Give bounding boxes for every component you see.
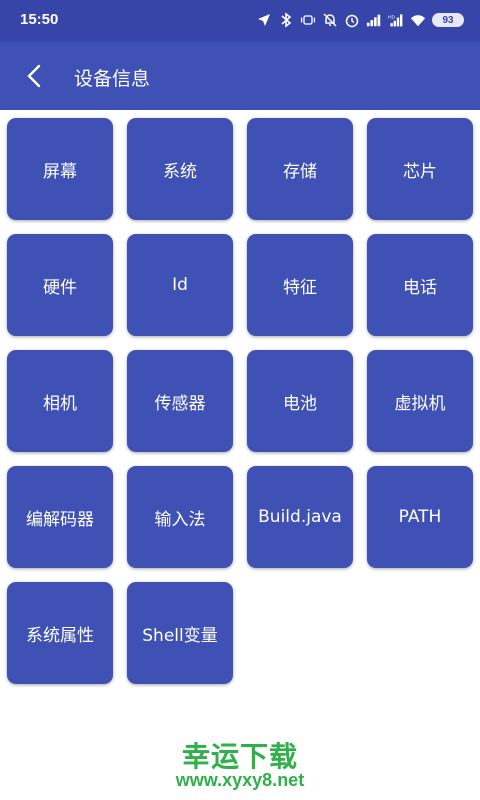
tile-hardware[interactable]: 硬件 xyxy=(7,234,113,336)
battery-icon: 93 xyxy=(432,13,464,27)
back-button[interactable] xyxy=(18,62,50,94)
status-bar: 15:50 HD 93 xyxy=(0,0,480,42)
vibrate-icon xyxy=(300,12,316,28)
tile-camera[interactable]: 相机 xyxy=(7,350,113,452)
tile-screen[interactable]: 屏幕 xyxy=(7,118,113,220)
tile-label: 硬件 xyxy=(43,277,77,298)
tile-build-java[interactable]: Build.java xyxy=(247,466,353,568)
tile-phone[interactable]: 电话 xyxy=(367,234,473,336)
svg-text:HD: HD xyxy=(388,14,395,20)
tile-label: 存储 xyxy=(283,161,317,182)
tile-battery[interactable]: 电池 xyxy=(247,350,353,452)
tile-label: 编解码器 xyxy=(26,509,94,530)
tile-label: 芯片 xyxy=(403,161,437,182)
tile-id[interactable]: Id xyxy=(127,234,233,336)
tile-system[interactable]: 系统 xyxy=(127,118,233,220)
tile-label: 传感器 xyxy=(154,393,206,414)
tile-vm[interactable]: 虚拟机 xyxy=(367,350,473,452)
tile-sensors[interactable]: 传感器 xyxy=(127,350,233,452)
tile-label: 系统 xyxy=(163,161,197,182)
tile-shell-variables[interactable]: Shell变量 xyxy=(127,582,233,684)
tile-label: 电池 xyxy=(283,393,317,414)
watermark-title: 幸运下载 xyxy=(181,740,298,773)
tile-system-properties[interactable]: 系统属性 xyxy=(7,582,113,684)
tile-codecs[interactable]: 编解码器 xyxy=(7,466,113,568)
hd-signal-icon: HD xyxy=(388,12,404,28)
tile-label: 虚拟机 xyxy=(394,393,446,414)
tile-storage[interactable]: 存储 xyxy=(247,118,353,220)
tile-label: 系统属性 xyxy=(26,625,94,646)
tile-label: 相机 xyxy=(43,393,77,414)
watermark-url: www.xyxy8.net xyxy=(175,770,305,790)
tile-input-method[interactable]: 输入法 xyxy=(127,466,233,568)
tile-features[interactable]: 特征 xyxy=(247,234,353,336)
page-title: 设备信息 xyxy=(74,68,151,90)
signal-icon xyxy=(366,12,382,28)
tile-label: 输入法 xyxy=(154,509,206,530)
wifi-icon xyxy=(410,12,426,28)
chevron-left-icon xyxy=(26,64,42,92)
info-grid: 屏幕 系统 存储 芯片 硬件 Id 特征 电话 相机 传感器 电池 虚拟机 编解… xyxy=(7,118,477,684)
tile-label: Build.java xyxy=(258,507,342,527)
status-time: 15:50 xyxy=(20,11,59,28)
bluetooth-icon xyxy=(278,12,294,28)
tile-path[interactable]: PATH xyxy=(367,466,473,568)
tile-label: 屏幕 xyxy=(43,161,77,182)
status-icons: HD 93 xyxy=(256,10,464,30)
tile-label: Id xyxy=(172,275,188,295)
tile-chip[interactable]: 芯片 xyxy=(367,118,473,220)
location-icon xyxy=(256,12,272,28)
tile-label: 特征 xyxy=(283,277,317,298)
mute-icon xyxy=(322,12,338,28)
tile-label: Shell变量 xyxy=(142,625,218,646)
tile-label: 电话 xyxy=(403,277,437,298)
app-bar: 设备信息 xyxy=(0,42,480,110)
tile-label: PATH xyxy=(398,507,442,527)
alarm-icon xyxy=(344,12,360,28)
